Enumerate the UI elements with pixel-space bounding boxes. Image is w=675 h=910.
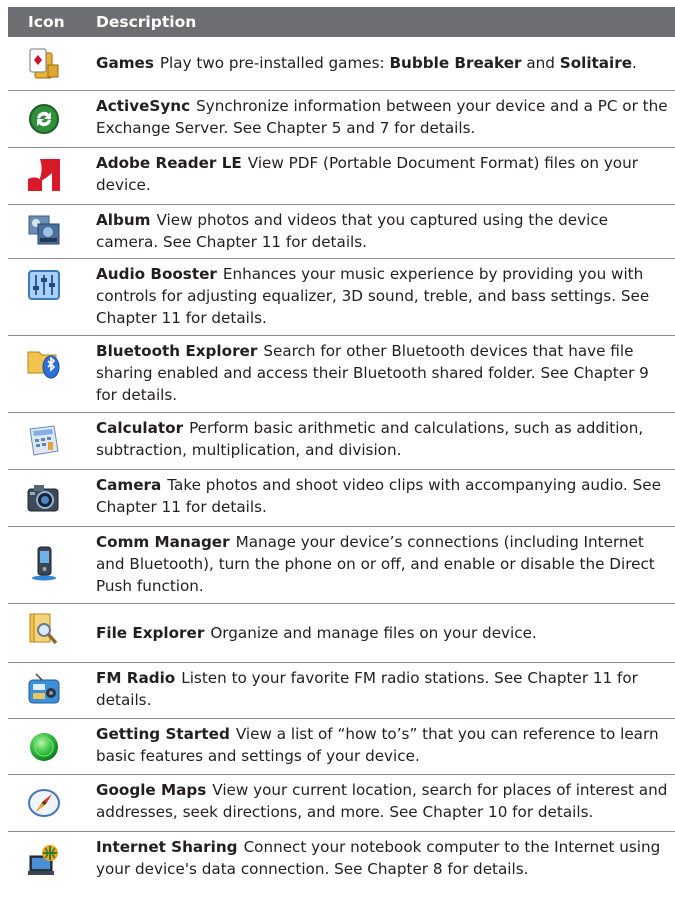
games-icon <box>26 45 62 81</box>
table-row: Comm Manager Manage your device’s connect… <box>8 527 675 604</box>
album-icon <box>26 212 62 248</box>
programs-table: Icon Description Games Play two pre-insta… <box>8 7 675 892</box>
header-description-column: Description <box>96 13 197 31</box>
header-icon-column: Icon <box>28 13 65 31</box>
program-name: Album <box>96 211 151 229</box>
table-row: FM Radio Listen to your favorite FM radio… <box>8 663 675 719</box>
table-row: Camera Take photos and shoot video clips … <box>8 470 675 527</box>
adobe-reader-icon <box>26 157 62 193</box>
activesync-icon <box>26 101 62 137</box>
google-maps-icon <box>26 785 62 821</box>
row-description: Comm Manager Manage your device’s connect… <box>96 533 655 595</box>
row-description: Audio Booster Enhances your music experie… <box>96 265 650 327</box>
program-name: Adobe Reader LE <box>96 154 242 172</box>
program-name: ActiveSync <box>96 97 191 115</box>
program-name: Bluetooth Explorer <box>96 342 258 360</box>
bluetooth-explorer-icon <box>26 344 62 380</box>
program-name: Google Maps <box>96 781 207 799</box>
row-description: FM Radio Listen to your favorite FM radio… <box>96 669 638 709</box>
row-description: Album View photos and videos that you cap… <box>96 211 609 251</box>
table-row: ActiveSync Synchronize information betwee… <box>8 91 675 148</box>
getting-started-icon <box>26 729 62 765</box>
table-row: Games Play two pre-installed games: Bubbl… <box>8 37 675 91</box>
row-description: File Explorer Organize and manage files o… <box>96 624 537 642</box>
row-description: Games Play two pre-installed games: Bubbl… <box>96 54 637 72</box>
fm-radio-icon <box>26 671 62 707</box>
internet-sharing-icon <box>26 842 62 878</box>
game-name: Bubble Breaker <box>389 54 522 72</box>
row-description: Google Maps View your current location, s… <box>96 781 668 821</box>
row-description: Getting Started View a list of “how to’s”… <box>96 725 659 765</box>
program-name: Comm Manager <box>96 533 230 551</box>
camera-icon <box>26 480 62 516</box>
comm-manager-icon <box>26 545 62 581</box>
table-row: Adobe Reader LE View PDF (Portable Docume… <box>8 148 675 205</box>
program-name: Getting Started <box>96 725 230 743</box>
table-row: Calculator Perform basic arithmetic and c… <box>8 413 675 470</box>
table-row: Getting Started View a list of “how to’s”… <box>8 719 675 775</box>
row-description: Internet Sharing Connect your notebook co… <box>96 838 661 878</box>
program-name: Audio Booster <box>96 265 217 283</box>
row-description: Camera Take photos and shoot video clips … <box>96 476 661 516</box>
file-explorer-icon <box>26 612 62 648</box>
program-name: FM Radio <box>96 669 176 687</box>
audio-booster-icon <box>26 267 62 303</box>
game-name: Solitaire <box>559 54 633 72</box>
program-name: Internet Sharing <box>96 838 238 856</box>
table-header: Icon Description <box>8 7 675 37</box>
program-name: Games <box>96 54 154 72</box>
table-row: Google Maps View your current location, s… <box>8 775 675 832</box>
row-description: Adobe Reader LE View PDF (Portable Docume… <box>96 154 638 194</box>
table-row: File Explorer Organize and manage files o… <box>8 604 675 663</box>
table-row: Audio Booster Enhances your music experie… <box>8 259 675 336</box>
row-description: Bluetooth Explorer Search for other Bluet… <box>96 342 649 404</box>
program-name: File Explorer <box>96 624 205 642</box>
row-description: Calculator Perform basic arithmetic and c… <box>96 419 644 459</box>
row-description: ActiveSync Synchronize information betwee… <box>96 97 668 137</box>
table-row: Internet Sharing Connect your notebook co… <box>8 832 675 892</box>
table-row: Bluetooth Explorer Search for other Bluet… <box>8 336 675 413</box>
program-name: Calculator <box>96 419 184 437</box>
table-row: Album View photos and videos that you cap… <box>8 205 675 259</box>
calculator-icon <box>26 423 62 459</box>
program-name: Camera <box>96 476 162 494</box>
